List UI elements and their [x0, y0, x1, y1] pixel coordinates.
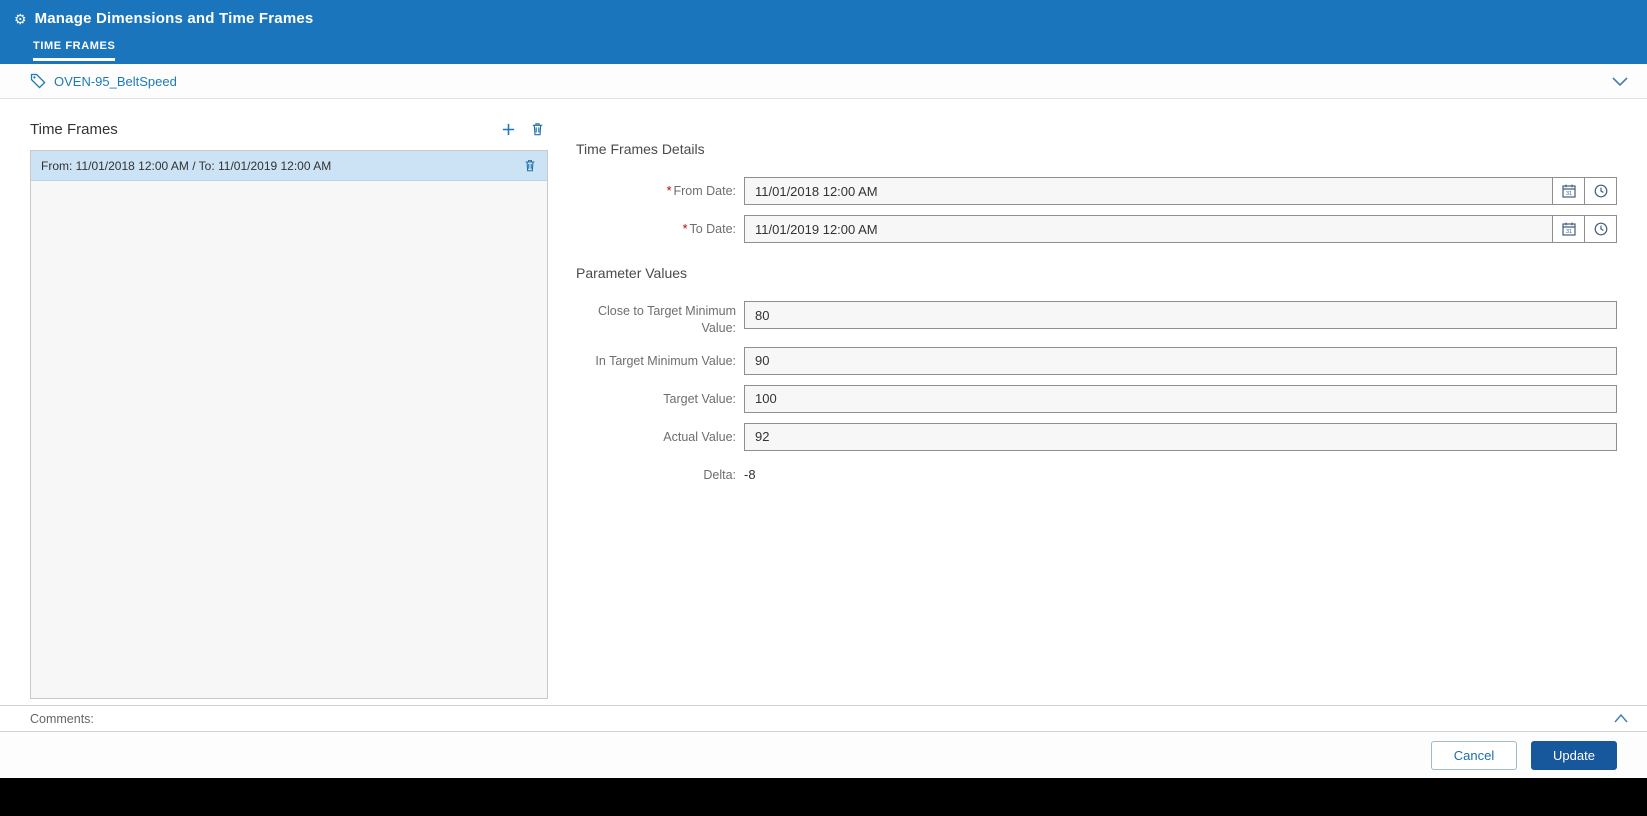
svg-text:31: 31 — [1565, 191, 1571, 197]
chevron-down-icon[interactable] — [1611, 74, 1629, 88]
target-value-field — [744, 384, 1617, 413]
delta-label: Delta: — [703, 467, 736, 482]
required-marker: * — [666, 184, 672, 198]
main-content: Time Frames From: 11/01/2018 12:00 AM / … — [0, 99, 1647, 705]
parameter-values-title: Parameter Values — [576, 265, 688, 281]
close-to-target-min-label: Close to Target Minimum Value: — [597, 304, 736, 335]
to-date-input[interactable] — [745, 216, 1552, 242]
time-frames-panel-title: Time Frames — [30, 120, 118, 138]
from-date-label-text: From Date: — [673, 184, 736, 198]
tag-icon — [30, 73, 46, 89]
time-frame-list-item[interactable]: From: 11/01/2018 12:00 AM / To: 11/01/20… — [31, 151, 547, 181]
gear-icon: ⚙ — [14, 10, 27, 27]
time-frames-list: From: 11/01/2018 12:00 AM / To: 11/01/20… — [30, 150, 548, 699]
comments-label: Comments: — [30, 711, 94, 726]
actual-value-label: Actual Value: — [663, 429, 736, 444]
tab-bar: TIME FRAMES — [33, 36, 1647, 61]
time-frames-panel: Time Frames From: 11/01/2018 12:00 AM / … — [30, 115, 548, 705]
app-window: ⚙ Manage Dimensions and Time Frames TIME… — [0, 0, 1647, 778]
in-target-min-input[interactable] — [744, 346, 1617, 375]
tab-time-frames[interactable]: TIME FRAMES — [33, 40, 116, 61]
target-value-input[interactable] — [744, 384, 1617, 413]
delta-value: -8 — [744, 466, 756, 482]
time-frames-actions — [501, 121, 548, 137]
actual-value-input[interactable] — [744, 422, 1617, 451]
close-to-target-min-row: Close to Target Minimum Value: — [576, 301, 1617, 337]
trash-icon — [523, 158, 537, 173]
time-frame-label: From: 11/01/2018 12:00 AM / To: 11/01/20… — [41, 158, 332, 173]
to-time-button[interactable] — [1584, 216, 1616, 242]
delete-time-frame-row-button[interactable] — [523, 158, 537, 173]
time-frames-panel-header: Time Frames — [30, 115, 548, 143]
plus-icon — [501, 122, 516, 137]
footer: Cancel Update — [0, 732, 1647, 778]
target-value-row: Target Value: — [576, 384, 1617, 413]
target-value-label: Target Value: — [663, 391, 736, 406]
actual-value-row: Actual Value: — [576, 422, 1617, 451]
clock-icon — [1593, 183, 1609, 199]
clock-icon — [1593, 221, 1609, 237]
to-date-field: 31 — [744, 215, 1617, 243]
details-title: Time Frames Details — [576, 141, 705, 157]
in-target-min-row: In Target Minimum Value: — [576, 346, 1617, 375]
in-target-min-field — [744, 346, 1617, 375]
chevron-up-icon[interactable] — [1613, 712, 1629, 725]
from-date-input-group: 31 — [744, 177, 1617, 205]
actual-value-field — [744, 422, 1617, 451]
calendar-icon: 31 — [1561, 183, 1577, 199]
to-date-row: *To Date: 31 — [576, 215, 1617, 243]
in-target-min-label: In Target Minimum Value: — [595, 353, 736, 368]
header-title-row: ⚙ Manage Dimensions and Time Frames — [14, 10, 1647, 27]
delta-field: -8 — [744, 461, 1617, 484]
from-date-label: * From Date: — [576, 177, 736, 200]
close-to-target-min-field — [744, 301, 1617, 329]
header: ⚙ Manage Dimensions and Time Frames TIME… — [0, 0, 1647, 64]
page-title: Manage Dimensions and Time Frames — [34, 10, 314, 27]
from-date-row: *From Date: 31 — [576, 177, 1617, 205]
required-marker: * — [682, 222, 688, 236]
comments-expander-bar[interactable]: Comments: — [0, 705, 1647, 732]
to-date-input-group: 31 — [744, 215, 1617, 243]
trash-icon — [530, 121, 545, 137]
to-date-label-text: To Date: — [689, 222, 736, 236]
update-button[interactable]: Update — [1531, 740, 1617, 770]
to-date-calendar-button[interactable]: 31 — [1552, 216, 1584, 242]
from-time-button[interactable] — [1584, 178, 1616, 204]
delta-row: Delta: -8 — [576, 461, 1617, 484]
calendar-icon: 31 — [1561, 221, 1577, 237]
time-frame-details-panel: Time Frames Details * From Date: 11/01/2… — [548, 115, 1617, 705]
from-date-input[interactable] — [745, 178, 1552, 204]
variable-name: OVEN-95_BeltSpeed — [54, 73, 177, 89]
close-to-target-min-input[interactable] — [744, 301, 1617, 329]
delete-time-frames-button[interactable] — [530, 121, 545, 137]
to-date-label: * To Date: — [576, 215, 736, 238]
add-time-frame-button[interactable] — [501, 122, 516, 137]
cancel-button[interactable]: Cancel — [1431, 740, 1517, 770]
variable-expander-bar[interactable]: OVEN-95_BeltSpeed — [0, 64, 1647, 99]
svg-text:31: 31 — [1565, 229, 1571, 235]
from-date-calendar-button[interactable]: 31 — [1552, 178, 1584, 204]
from-date-field: 31 — [744, 177, 1617, 205]
